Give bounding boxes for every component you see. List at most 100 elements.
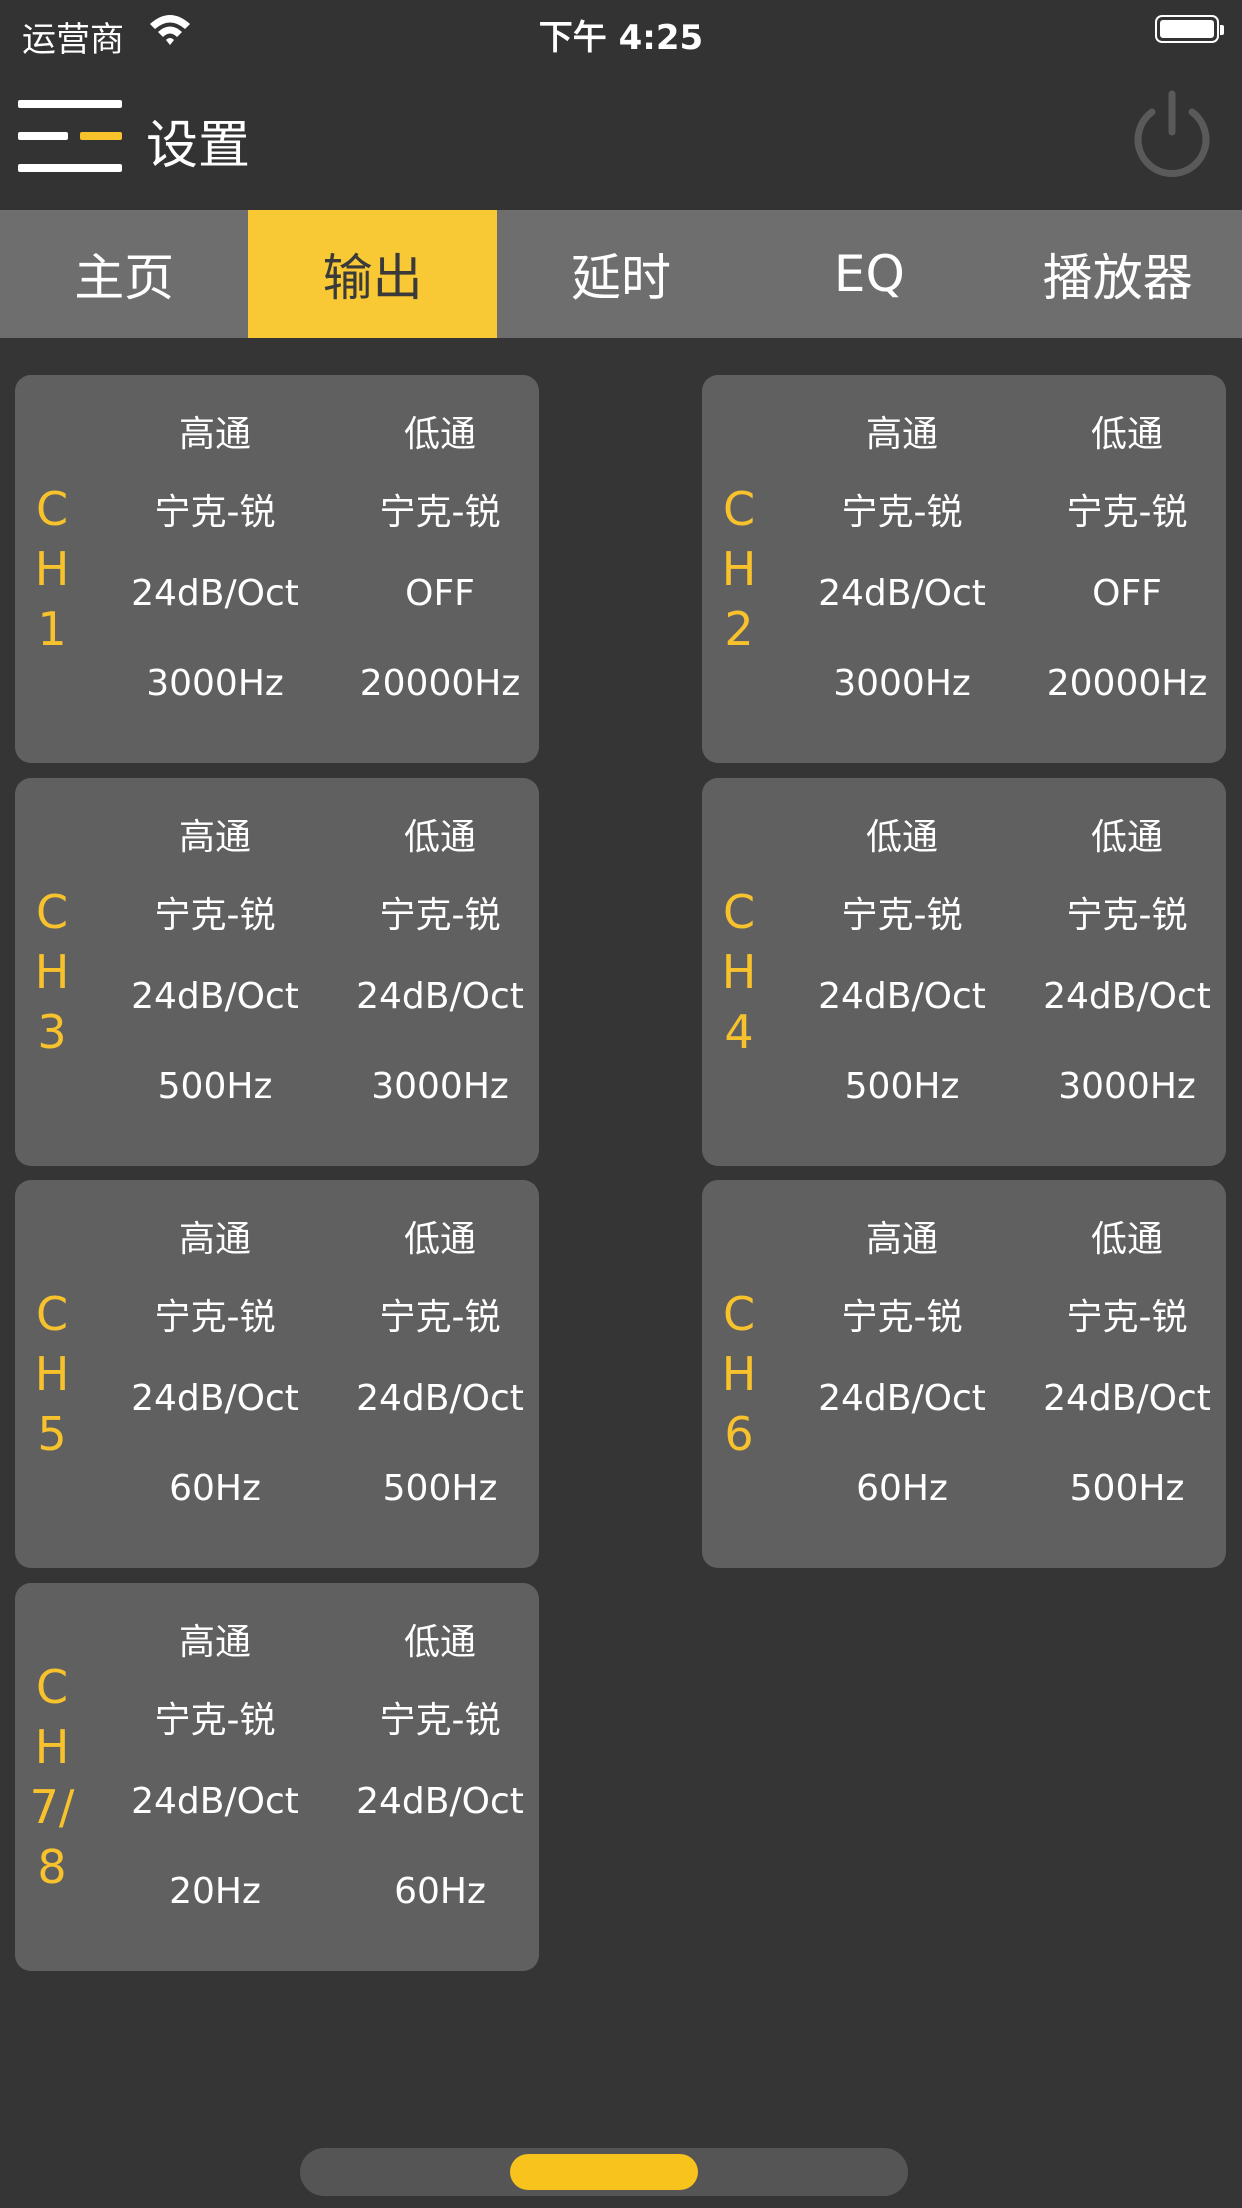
filter-slope-value: 24dB/Oct	[356, 976, 524, 1017]
filter-frequency-value: 3000Hz	[1058, 1066, 1196, 1107]
tab-home[interactable]: 主页	[0, 210, 248, 338]
filter-column-right[interactable]: 低通宁克-锐 24dB/Oct 500Hz	[1017, 1180, 1237, 1568]
channel-label: CH 4	[702, 882, 776, 1062]
channel-label-line: H	[721, 945, 757, 999]
filter-column-left[interactable]: 高通 宁克-锐 24dB/Oct 60Hz	[792, 1180, 1012, 1568]
filter-column-right[interactable]: 低通 宁克-锐 24dB/Oct 3000Hz	[330, 778, 550, 1166]
filter-column-right[interactable]: 低通 宁克-锐 24dB/Oct 3000Hz	[1017, 778, 1237, 1166]
channel-label-line: C	[35, 1287, 69, 1341]
channel-label-line: C	[35, 885, 69, 939]
channel-label-line: 1	[37, 602, 67, 656]
filter-type-heading: 高通	[178, 414, 251, 455]
channel-card[interactable]: C H 4 低通 宁克-锐 24dB/Oct 500Hz 低通 宁克-锐 24dB/Oct 3000…	[702, 778, 1226, 1166]
filter-shape-value: 宁克-锐	[1066, 1297, 1188, 1338]
channel-label-line: 7/	[29, 1780, 75, 1834]
filter-slope-value: 24dB/Oct	[131, 1378, 299, 1419]
filter-column-right[interactable]: 低通 宁克-锐 24dB/Oct 60Hz	[330, 1583, 550, 1971]
tab-bar: 主页 输出 延时 EQ 播放器	[0, 210, 1242, 338]
filter-type-heading: 低通	[403, 1219, 476, 1260]
filter-slope-value: 24dB/Oct	[131, 1781, 299, 1822]
tab-output[interactable]: 输出	[248, 210, 497, 338]
channel-card[interactable]: C H 6 高通 宁克-锐 24dB/Oct 60Hz 低通 宁克-锐 24dB/Oct 500Hz	[702, 1180, 1226, 1568]
channel-label: C H 7/8	[15, 1657, 89, 1897]
channel-label-line: C	[35, 482, 69, 536]
channel-label-line: 8	[37, 1840, 67, 1894]
filter-frequency-value: 500Hz	[157, 1066, 273, 1107]
battery-icon	[1155, 15, 1224, 43]
filter-column-left[interactable]: 高通 宁克-锐 24dB/Oct 20Hz	[105, 1583, 325, 1971]
tab-delay[interactable]: 延时	[497, 210, 745, 338]
tab-eq[interactable]: EQ	[745, 210, 993, 338]
channel-label-line: 5	[37, 1407, 67, 1461]
filter-shape-value: 宁克-锐	[154, 492, 276, 533]
filter-shape-value: 宁克-锐	[1066, 492, 1188, 533]
filter-type-heading: 高通	[178, 1219, 251, 1260]
power-icon[interactable]	[1128, 88, 1216, 182]
filter-column-right[interactable]: 低通宁克-锐 OFF 20000Hz	[330, 375, 550, 763]
filter-frequency-value: 500Hz	[844, 1066, 960, 1107]
filter-shape-value: 宁克-锐	[379, 1700, 501, 1741]
filter-shape-value: 宁克-锐	[841, 492, 963, 533]
filter-type-heading: 低通	[1090, 817, 1163, 858]
channel-label-line: C	[722, 482, 756, 536]
filter-type-heading: 低通	[403, 817, 476, 858]
channel-card[interactable]: C H 5 高通 宁克-锐 24dB/Oct 60Hz 低通 宁克-锐 24dB/Oct 500Hz	[15, 1180, 539, 1568]
filter-type-heading: 高通	[865, 414, 938, 455]
channel-label-line: H	[34, 1347, 70, 1401]
channel-label-line: 4	[724, 1005, 754, 1059]
scroll-track[interactable]	[300, 2148, 908, 2196]
filter-shape-value: 宁克-锐	[379, 492, 501, 533]
filter-column-right[interactable]: 低通 宁克-锐 24dB/Oct 500Hz	[330, 1180, 550, 1568]
channel-label: CH 1	[15, 479, 89, 659]
filter-column-left[interactable]: 低通宁克-锐 24dB/Oct 500Hz	[792, 778, 1012, 1166]
channel-label-line: H	[34, 945, 70, 999]
filter-slope-value: 24dB/Oct	[818, 976, 986, 1017]
filter-type-heading: 低通	[403, 414, 476, 455]
channel-label-line: C	[722, 1287, 756, 1341]
filter-column-left[interactable]: 高通 宁克-锐 24dB/Oct 3000Hz	[792, 375, 1012, 763]
filter-shape-value: 宁克-锐	[379, 895, 501, 936]
filter-shape-value: 宁克-锐	[154, 1297, 276, 1338]
filter-type-heading: 高通	[178, 817, 251, 858]
menu-icon[interactable]	[18, 100, 122, 176]
page-title: 设置	[146, 116, 251, 176]
channel-card[interactable]: C H 1 高通 宁克-锐 24dB/Oct 3000Hz 低通 宁克-锐 OFF 20000Hz	[15, 375, 539, 763]
filter-frequency-value: 60Hz	[856, 1468, 948, 1509]
filter-slope-value: 24dB/Oct	[131, 573, 299, 614]
filter-type-heading: 低通	[1090, 1219, 1163, 1260]
channel-label: CH 2	[702, 479, 776, 659]
filter-slope-value: 24dB/Oct	[1043, 1378, 1211, 1419]
filter-slope-value: 24dB/Oct	[356, 1378, 524, 1419]
channel-label-line: 6	[724, 1407, 754, 1461]
filter-type-heading: 低通	[403, 1622, 476, 1663]
filter-frequency-value: 500Hz	[382, 1468, 498, 1509]
scroll-thumb[interactable]	[510, 2154, 698, 2190]
filter-shape-value: 宁克-锐	[154, 895, 276, 936]
tab-player[interactable]: 播放器	[994, 210, 1242, 338]
filter-column-left[interactable]: 高通 宁克-锐 24dB/Oct 3000Hz	[105, 375, 325, 763]
channel-label-line: 3	[37, 1005, 67, 1059]
channel-label: CH 5	[15, 1284, 89, 1464]
filter-shape-value: 宁克-锐	[841, 895, 963, 936]
filter-column-left[interactable]: 高通 宁克-锐 24dB/Oct 60Hz	[105, 1180, 325, 1568]
filter-type-heading: 高通	[178, 1622, 251, 1663]
filter-slope-value: OFF	[405, 573, 475, 614]
channel-label-line: C	[722, 885, 756, 939]
channel-label-line: H	[721, 1347, 757, 1401]
filter-frequency-value: 20000Hz	[1046, 663, 1208, 704]
channel-label-line: C	[35, 1660, 69, 1714]
channel-label: CH 3	[15, 882, 89, 1062]
filter-shape-value: 宁克-锐	[841, 1297, 963, 1338]
filter-frequency-value: 20000Hz	[359, 663, 521, 704]
filter-column-right[interactable]: 低通 宁克-锐 OFF 20000Hz	[1017, 375, 1237, 763]
channel-card[interactable]: C H 3 高通 宁克-锐 24dB/Oct 500Hz 低通 宁克-锐 24dB/Oct 3000…	[15, 778, 539, 1166]
filter-slope-value: 24dB/Oct	[818, 573, 986, 614]
status-bar: 运营商 下午 4:25	[0, 0, 1242, 62]
filter-frequency-value: 500Hz	[1069, 1468, 1185, 1509]
channel-card[interactable]: C H 2 高通 宁克-锐 24dB/Oct 3000Hz 低通 宁克-锐 OFF 20000Hz	[702, 375, 1226, 763]
channel-label-line: H	[721, 542, 757, 596]
filter-type-heading: 低通	[865, 817, 938, 858]
channel-card[interactable]: C H 7/8 高通 宁克-锐 24dB/Oct 20Hz 低通 宁克-锐 24dB/Oct 60H…	[15, 1583, 539, 1971]
filter-column-left[interactable]: 高通 宁克-锐 24dB/Oct 500Hz	[105, 778, 325, 1166]
filter-slope-value: 24dB/Oct	[818, 1378, 986, 1419]
